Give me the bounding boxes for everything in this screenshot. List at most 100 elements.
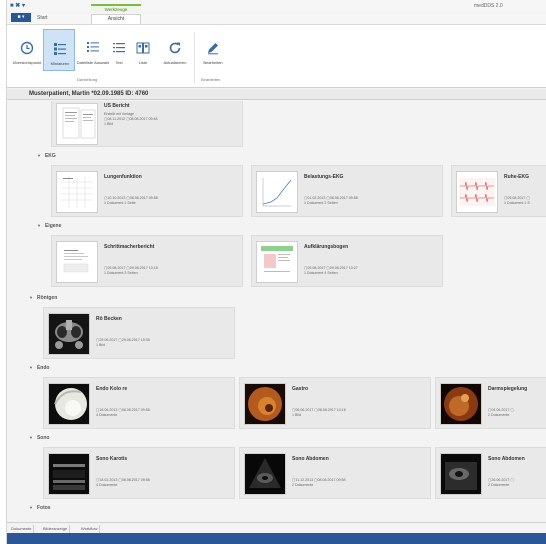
card-meta-line: 2 Dokumente: [488, 483, 510, 487]
card-title: Sono Abdomen: [292, 456, 329, 462]
bottom-tab-strip: Dokumente Bilderanzeige Workflow: [7, 522, 546, 533]
ribbon-tab-row: [7, 13, 546, 24]
card-sono-abdomen-1[interactable]: Sono Abdomen ▢11.12.2013 ▢08.08.2017 09:…: [239, 447, 431, 499]
document-thumbnail: [256, 171, 298, 213]
card-darmspiegelung[interactable]: Darmspiegelung ▢04.06.2017 ▢ 2 Dokumente: [435, 377, 546, 429]
card-meta: ▢06.06.2017 ▢08.08.2017 10:16 1 Bild: [292, 408, 346, 418]
endoscopy-thumbnail: [48, 383, 90, 425]
title-bar: ■ ✖ ▾ Werkzeuge medDDS 2.0: [7, 0, 546, 12]
section-header-roentgen[interactable]: ▼ Röntgen: [29, 295, 57, 301]
card-us-bericht[interactable]: US Bericht Erstellt mit Vorlage ▢08.11.2…: [51, 101, 243, 147]
card-schrittmacherbericht[interactable]: Schrittmacherbericht ▢09.08.2017 ▢09.08.…: [51, 235, 243, 287]
card-meta-line: 1 Bild: [96, 343, 105, 347]
card-roe-becken[interactable]: Rö Becken ▢29.06.2017 ▢29.06.2017 15:35 …: [43, 307, 235, 359]
bottom-tab-workflow[interactable]: Workflow: [79, 525, 101, 533]
card-title: Schrittmacherbericht: [104, 244, 155, 250]
group-label-actions: Bearbeiten: [201, 77, 221, 82]
collapse-triangle-icon: ▼: [29, 435, 33, 440]
thumbnails-icon: [54, 43, 66, 55]
endoscopy-thumbnail: [244, 383, 286, 425]
section-label: Endo: [36, 365, 50, 371]
card-lungenfunktion[interactable]: Lungenfunktion ▢10.10.2013 ▢08.08.2017 0…: [51, 165, 243, 217]
context-tab-group: Werkzeuge: [91, 4, 141, 12]
group-separator: [194, 33, 195, 83]
section-label: EKG: [44, 153, 56, 159]
card-meta: ▢01.02.2013 ▢08.08.2017 09:58 1 Dokument…: [304, 196, 358, 206]
card-meta-line: 1 Bild: [104, 122, 113, 126]
tab-start[interactable]: Start: [37, 14, 48, 23]
ecg-chart-icon: [261, 176, 293, 208]
card-meta: ▢04.06.2017 ▢ 2 Dokumente: [488, 408, 514, 418]
refresh-icon: [169, 42, 181, 54]
document-preview-icon: [62, 107, 96, 139]
tab-view[interactable]: Ansicht: [91, 14, 141, 24]
card-belastungs-ekg[interactable]: Belastungs-EKG ▢01.02.2013 ▢08.08.2017 0…: [251, 165, 443, 217]
colonoscopy-image: [49, 384, 89, 424]
card-sono-abdomen-2[interactable]: Sono Abdomen ▢26.06.2017 ▢ 2 Dokumente: [435, 447, 546, 499]
xray-thumbnail: [48, 313, 90, 355]
document-thumbnail: [456, 171, 498, 213]
card-meta: ▢29.06.2017 ▢29.06.2017 15:35 1 Bild: [96, 338, 150, 348]
refresh-label: Aktualisieren: [163, 60, 187, 65]
card-title: US Bericht: [104, 103, 130, 109]
quick-access-toolbar[interactable]: ■ ✖ ▾: [10, 2, 25, 9]
card-ruhe-ekg[interactable]: Ruhe-EKG ▢09.08.2017 ▢ 1 Dokument 1 S: [451, 165, 546, 217]
section-header-eigene[interactable]: ▼ Eigene: [37, 223, 61, 229]
card-title: Sono Abdomen: [488, 456, 525, 462]
clock-icon: [20, 41, 34, 55]
thumbnails-button[interactable]: Miniaturen: [43, 29, 75, 71]
card-aufklaerungsbogen[interactable]: Aufklärungsbogen ▢09.08.2017 ▢09.08.2017…: [251, 235, 443, 287]
refresh-button[interactable]: Aktualisieren: [159, 29, 191, 71]
card-gastro[interactable]: Gastro ▢06.06.2017 ▢08.08.2017 10:16 1 B…: [239, 377, 431, 429]
section-label: Eigene: [44, 223, 62, 229]
pelvis-xray-image: [49, 314, 89, 354]
document-thumbnail: [56, 241, 98, 283]
gastroscopy-image: [245, 384, 285, 424]
card-meta-line: 1 Dokument 2 Seiten: [304, 201, 338, 205]
card-meta: ▢09.08.2017 ▢09.08.2017 10:18 1 Dokument…: [104, 266, 158, 276]
details-list-icon: [87, 42, 99, 52]
section-header-ekg[interactable]: ▼ EKG: [37, 153, 56, 159]
abdomen-ultrasound-image: [245, 454, 285, 494]
section-label: Sono: [36, 435, 50, 441]
overview-button[interactable]: Übersichtspunkt: [11, 29, 43, 71]
status-bar: [7, 533, 546, 544]
document-browser[interactable]: US Bericht Erstellt mit Vorlage ▢08.11.2…: [7, 101, 546, 522]
card-sono-karotis[interactable]: Sono Karotis ▢18.02.2013 ▢08.08.2017 09:…: [43, 447, 235, 499]
bottom-tab-image-viewer[interactable]: Bilderanzeige: [41, 525, 71, 533]
group-label-view: Darstellung: [77, 77, 98, 82]
edit-button[interactable]: Bearbeiten: [197, 29, 229, 71]
card-meta: ▢09.08.2017 ▢ 1 Dokument 1 S: [504, 196, 530, 206]
section-header-sono[interactable]: ▼ Sono: [29, 435, 49, 441]
ecg-strip-icon: [459, 178, 495, 206]
card-title: Ruhe-EKG: [504, 174, 529, 180]
card-title: Sono Karotis: [96, 456, 128, 462]
chart-document-icon: [61, 176, 93, 208]
tiles-icon: [136, 42, 150, 54]
card-meta: ▢11.12.2013 ▢08.08.2017 09:58 2 Dokument…: [292, 478, 346, 488]
card-title: Belastungs-EKG: [304, 174, 344, 180]
card-title: Endo Kolo re: [96, 386, 128, 392]
card-meta-line: 1 Dokument 1 S: [504, 201, 530, 205]
card-meta-line: 1 Dokument 4 Seiten: [304, 271, 338, 275]
endoscopy-thumbnail: [440, 383, 482, 425]
card-meta-line: 1 Dokument 1 Seite: [104, 201, 136, 205]
window-title: medDDS 2.0: [474, 3, 503, 9]
section-header-endo[interactable]: ▼ Endo: [29, 365, 49, 371]
card-meta: ▢16.06.2013 ▢08.08.2017 09:58 4 Dokument…: [96, 408, 150, 418]
collapse-triangle-icon: ▼: [37, 223, 41, 228]
collapse-triangle-icon: ▼: [29, 505, 33, 510]
bottom-tab-documents[interactable]: Dokumente: [9, 525, 35, 533]
card-meta-line: 2 Dokumente: [292, 483, 314, 487]
card-title: Aufklärungsbogen: [304, 244, 349, 250]
collapse-triangle-icon: ▼: [29, 295, 33, 300]
form-document-icon: [261, 246, 293, 278]
file-tab[interactable]: ■ ▾: [11, 13, 31, 22]
card-meta-line: 4 Dokumente: [96, 483, 118, 487]
card-endo-kolo[interactable]: Endo Kolo re ▢16.06.2013 ▢08.08.2017 09:…: [43, 377, 235, 429]
collapse-triangle-icon: ▼: [37, 153, 41, 158]
section-header-fotos[interactable]: ▼ Fotos: [29, 505, 51, 511]
list-icon: [113, 43, 125, 53]
ultrasound-thumbnail: [440, 453, 482, 495]
document-thumbnail: [56, 103, 98, 145]
